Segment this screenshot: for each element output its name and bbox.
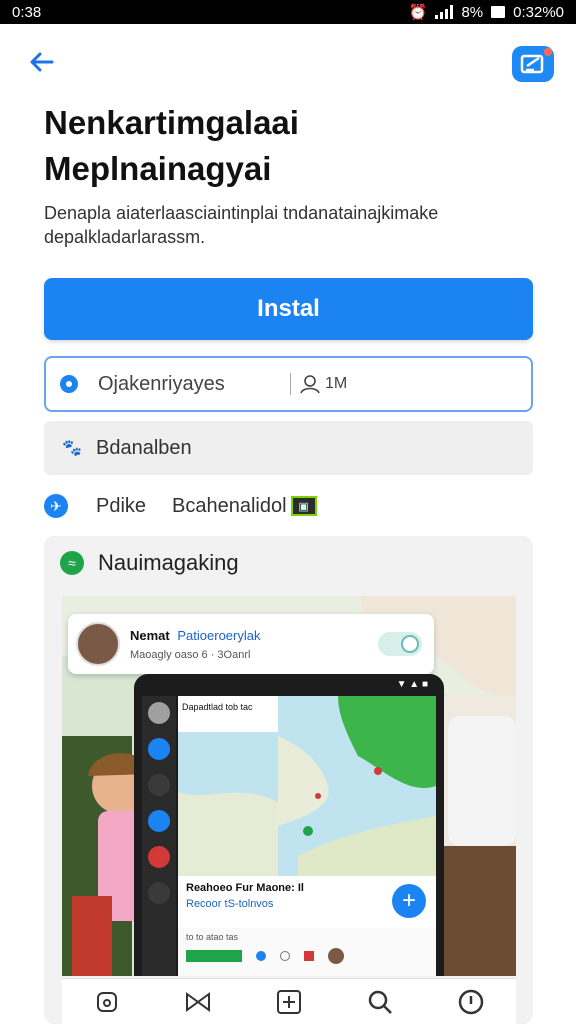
info-secondary: Bcahenalidol — [172, 494, 287, 517]
phone-footer-text: to to atao tas — [186, 932, 239, 942]
notification-card[interactable]: Nemat Patioeroerylak Maoagly oaso 6 · 3O… — [68, 614, 434, 674]
bottom-nav — [62, 978, 516, 1024]
rail-alert-icon[interactable] — [148, 846, 170, 868]
add-square-icon[interactable] — [269, 982, 309, 1022]
map-view-left — [178, 732, 278, 876]
rail-share-icon[interactable] — [148, 810, 170, 832]
qr-badge-icon: ▣ — [290, 496, 317, 516]
field-aux[interactable]: 1M — [299, 374, 347, 394]
rail-chat-icon[interactable] — [148, 774, 170, 796]
footer-red-icon — [304, 951, 314, 961]
green-circle-icon: ≈ — [60, 551, 84, 575]
toggle-knob — [401, 635, 419, 653]
notification-subtitle: Maoagly oaso 6 · 3Oanrl — [130, 648, 251, 661]
phone-bottom-sheet[interactable]: Reahoeo Fur Maone: Il Recoor tS-tolnvos … — [178, 876, 436, 928]
phone-header-panel: Dapadtlad tob tac — [178, 696, 278, 732]
info-row: ✈ Pdike Bcahenalidol ▣ — [44, 486, 533, 526]
location-field-value: Ojakenriyayes — [98, 372, 225, 395]
footer-avatar — [328, 948, 344, 964]
footer-dot-icon — [256, 951, 266, 961]
rail-settings-icon[interactable] — [148, 882, 170, 904]
option-row[interactable]: 🐾 Bdanalben — [44, 421, 533, 475]
back-arrow-icon[interactable] — [26, 46, 58, 78]
edit-note-icon — [520, 54, 544, 74]
title-line-2: Meplnainagyai — [44, 150, 272, 187]
search-icon[interactable] — [360, 982, 400, 1022]
page-description: Denapla aiaterlaasciaintinplai tndanatai… — [44, 203, 439, 247]
location-pin-icon — [60, 375, 78, 393]
rail-avatar — [148, 702, 170, 724]
messenger-icon: ✈ — [44, 494, 68, 518]
info-icon[interactable] — [451, 982, 491, 1022]
option-row-label: Bdanalben — [96, 436, 192, 459]
card-heading: Nauimagaking — [98, 550, 239, 575]
footer-circle-icon — [280, 951, 290, 961]
sheet-title: Reahoeo Fur Maone: Il — [186, 882, 304, 894]
title-line-1: Nenkartimgalaai — [44, 104, 299, 141]
battery-icon — [491, 6, 506, 18]
install-button[interactable]: Instal — [44, 278, 533, 340]
phone-mockup: ▼ ▲ ■ Dapadtlad tob tac Reahoeo Fur Maon… — [134, 674, 444, 976]
notification-title: Patioeroerylak — [177, 627, 261, 643]
phone-status-icons: ▼ ▲ ■ — [396, 679, 428, 690]
alarm-icon: ⏰ — [408, 4, 428, 21]
status-right-text: 0:32%0 — [513, 3, 564, 21]
notification-dot — [544, 48, 552, 56]
location-field[interactable]: Ojakenriyayes 1M — [44, 356, 533, 412]
paw-icon: 🐾 — [62, 440, 82, 457]
bowtie-icon[interactable] — [178, 982, 218, 1022]
status-time: 0:38 — [12, 3, 42, 21]
card-header: ≈ Nauimagaking — [60, 550, 239, 576]
toggle-switch[interactable] — [378, 632, 422, 656]
home-icon[interactable] — [87, 982, 127, 1022]
green-progress — [186, 950, 242, 962]
phone-footer: to to atao tas — [178, 928, 436, 976]
notification-name: Nemat — [130, 627, 170, 643]
status-bar: 0:38 ⏰ 8% 0:32%0 — [0, 0, 576, 24]
preview-card: ≈ Nauimagaking Nemat Patioeroerylak Maoa… — [44, 536, 533, 1024]
edit-note-button[interactable] — [512, 46, 554, 82]
page-title: Nenkartimgalaai Meplnainagyai — [44, 100, 544, 192]
phone-header-text: Dapadtlad tob tac — [182, 702, 253, 712]
info-primary: Pdike — [96, 494, 147, 517]
field-aux-text: 1M — [325, 375, 348, 392]
map-view[interactable] — [278, 696, 436, 876]
field-divider — [290, 373, 291, 395]
add-fab-icon[interactable]: + — [392, 884, 426, 918]
preview-image: Nemat Patioeroerylak Maoagly oaso 6 · 3O… — [62, 596, 516, 976]
signal-icon — [435, 5, 454, 19]
avatar — [76, 622, 120, 666]
rail-nav-icon[interactable] — [148, 738, 170, 760]
battery-percent: 8% — [461, 3, 484, 21]
phone-side-rail — [142, 696, 176, 976]
person-icon — [300, 375, 320, 394]
